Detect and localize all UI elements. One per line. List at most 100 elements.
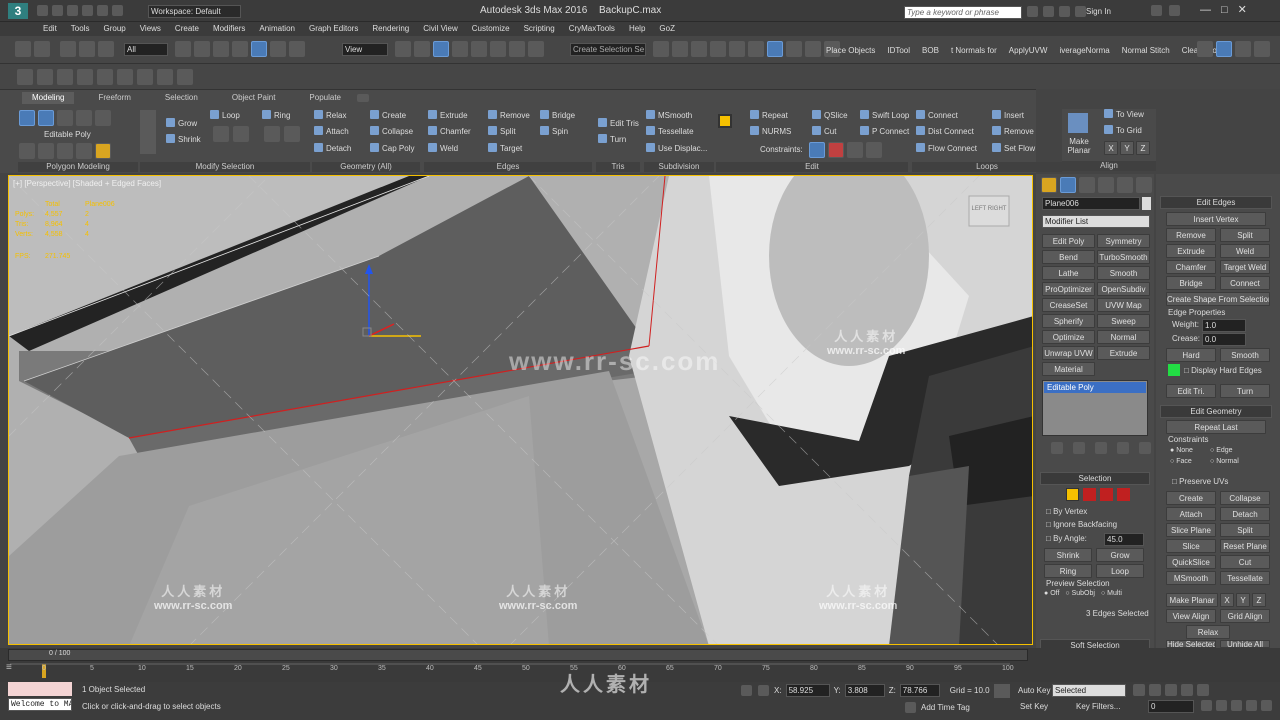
menu-goz[interactable]: GoZ bbox=[652, 22, 682, 36]
ring-selection-button[interactable]: Ring bbox=[1044, 564, 1092, 578]
modifier-opensubdiv-button[interactable]: OpenSubdiv bbox=[1097, 282, 1150, 296]
menu-customize[interactable]: Customize bbox=[465, 22, 517, 36]
constraint-normal-radio[interactable]: ○ Normal bbox=[1210, 456, 1239, 467]
tab-modeling[interactable]: Modeling bbox=[22, 92, 75, 104]
configure-sets-icon[interactable] bbox=[1139, 442, 1151, 454]
tessellate-geo-button[interactable]: Tessellate bbox=[1220, 571, 1270, 585]
menu-scripting[interactable]: Scripting bbox=[517, 22, 562, 36]
menu-create[interactable]: Create bbox=[168, 22, 206, 36]
undo-icon[interactable] bbox=[15, 41, 31, 57]
preserve-uvs-checkbox[interactable]: □ Preserve UVs bbox=[1172, 477, 1228, 486]
menu-civil-view[interactable]: Civil View bbox=[416, 22, 465, 36]
edge-mode-icon[interactable] bbox=[38, 110, 54, 126]
modifier-unwrap-uvw-button[interactable]: Unwrap UVW bbox=[1042, 346, 1095, 360]
undo-icon[interactable] bbox=[82, 5, 93, 16]
ring-button[interactable]: Ring bbox=[262, 108, 290, 124]
hierarchy-panel-icon[interactable] bbox=[1079, 177, 1095, 193]
light-icon[interactable] bbox=[77, 68, 93, 85]
hard-edge-color-swatch[interactable] bbox=[1168, 364, 1180, 376]
modifier-normal-button[interactable]: Normal bbox=[1097, 330, 1150, 344]
loop-grow-icon[interactable] bbox=[213, 126, 229, 142]
preview-subobj-radio[interactable]: ○ SubObj bbox=[1065, 590, 1095, 597]
custom-normal-stitch-button[interactable]: Normal Stitch bbox=[1122, 46, 1170, 55]
zoom-icon[interactable] bbox=[1201, 700, 1212, 711]
menu-help[interactable]: Help bbox=[622, 22, 652, 36]
selection-stack-icon[interactable] bbox=[140, 110, 156, 154]
grid-align-button[interactable]: Grid Align bbox=[1220, 609, 1270, 623]
create-panel-icon[interactable] bbox=[1041, 177, 1057, 193]
mini-curve-editor-icon[interactable]: ≡ bbox=[6, 662, 24, 680]
custom-place-objects-button[interactable]: Place Objects bbox=[826, 46, 875, 55]
modifier-prooptimizer-button[interactable]: ProOptimizer bbox=[1042, 282, 1095, 296]
detach-geo-button[interactable]: Detach bbox=[1220, 507, 1270, 521]
search-input[interactable]: Type a keyword or phrase bbox=[904, 6, 1022, 19]
maximize-icon[interactable]: □ bbox=[1221, 4, 1228, 16]
constraint-face-radio[interactable]: ○ Face bbox=[1170, 456, 1200, 467]
link-icon[interactable] bbox=[60, 41, 76, 57]
polygon-mode-icon[interactable] bbox=[76, 110, 92, 126]
dist-connect-button[interactable]: Dist Connect bbox=[916, 124, 974, 140]
render-setup-icon[interactable] bbox=[786, 41, 802, 57]
edit-tri-button[interactable]: Edit Tri. bbox=[1166, 384, 1216, 398]
target-button[interactable]: Target bbox=[488, 141, 522, 157]
stack-icon[interactable] bbox=[19, 143, 35, 159]
ring-grow-icon[interactable] bbox=[264, 126, 280, 142]
crease-spinner[interactable]: 0.0 bbox=[1202, 333, 1246, 346]
element-mode-icon[interactable] bbox=[95, 110, 111, 126]
constraint-none-radio[interactable]: ● None bbox=[1170, 445, 1200, 456]
keyboard-shortcut-override-icon[interactable] bbox=[433, 41, 449, 57]
swift-loop-button[interactable]: Swift Loop bbox=[860, 108, 909, 124]
nurms-button[interactable]: NURMS bbox=[750, 124, 791, 140]
msmooth-button[interactable]: MSmooth bbox=[646, 108, 692, 124]
align-z-button[interactable]: Z bbox=[1136, 141, 1150, 155]
spinner-snap-icon[interactable] bbox=[509, 41, 525, 57]
next-frame-icon[interactable] bbox=[1181, 684, 1193, 696]
y-coordinate[interactable]: 3.808 bbox=[844, 684, 885, 697]
key-filters-button[interactable]: Key Filters... bbox=[1076, 702, 1120, 711]
new-icon[interactable] bbox=[37, 5, 48, 16]
time-tag-icon[interactable] bbox=[905, 702, 916, 713]
ignore-backfacing-checkbox[interactable]: □ Ignore Backfacing bbox=[1046, 520, 1117, 529]
preview-multi-radio[interactable]: ○ Multi bbox=[1101, 590, 1122, 597]
turn-edge-button[interactable]: Turn bbox=[1220, 384, 1270, 398]
custom-tool-icon[interactable] bbox=[1235, 41, 1251, 57]
select-manipulate-icon[interactable] bbox=[414, 41, 430, 57]
x-coordinate[interactable]: 58.925 bbox=[785, 684, 830, 697]
bridge-button[interactable]: Bridge bbox=[540, 108, 575, 124]
unhide-all-button[interactable]: Unhide All bbox=[1220, 640, 1270, 648]
stack-icon[interactable] bbox=[57, 143, 73, 159]
msmooth-geo-button[interactable]: MSmooth bbox=[1166, 571, 1216, 585]
select-scale-icon[interactable] bbox=[289, 41, 305, 57]
constraint-face-icon[interactable] bbox=[847, 142, 863, 158]
grow-selection-button[interactable]: Grow bbox=[1096, 548, 1144, 562]
spin-button[interactable]: Spin bbox=[540, 124, 568, 140]
show-end-result-icon[interactable] bbox=[95, 143, 111, 159]
help-icon[interactable] bbox=[1169, 5, 1180, 16]
modifier-icon[interactable] bbox=[117, 68, 133, 85]
split-edge-button[interactable]: Split bbox=[1220, 228, 1270, 242]
hard-button[interactable]: Hard bbox=[1166, 348, 1216, 362]
zoom-all-icon[interactable] bbox=[1216, 700, 1227, 711]
display-icon[interactable] bbox=[177, 68, 193, 85]
display-hard-edges-checkbox[interactable]: □ Display Hard Edges bbox=[1184, 366, 1262, 375]
modifier-sweep-button[interactable]: Sweep bbox=[1097, 314, 1150, 328]
stack-item-editable-poly[interactable]: Editable Poly bbox=[1044, 382, 1146, 393]
angle-spinner[interactable]: 45.0 bbox=[1104, 533, 1144, 546]
motion-panel-icon[interactable] bbox=[1098, 177, 1114, 193]
connect-edge-button[interactable]: Connect bbox=[1220, 276, 1270, 290]
slice-plane-button[interactable]: Slice Plane bbox=[1166, 523, 1216, 537]
detach-button[interactable]: Detach bbox=[314, 141, 351, 157]
modifier-spherify-button[interactable]: Spherify bbox=[1042, 314, 1095, 328]
previous-frame-icon[interactable] bbox=[1149, 684, 1161, 696]
teapot-icon[interactable] bbox=[57, 68, 73, 85]
custom-idtool-button[interactable]: IDTool bbox=[887, 46, 910, 55]
set-flow-button[interactable]: Set Flow bbox=[992, 141, 1035, 157]
menu-crymaxtools[interactable]: CryMaxTools bbox=[562, 22, 622, 36]
edit-geometry-rollout-header[interactable]: Edit Geometry bbox=[1160, 405, 1272, 418]
object-color-swatch[interactable] bbox=[1142, 197, 1151, 210]
to-view-button[interactable]: To View bbox=[1104, 107, 1144, 123]
maxscript-mini-listener-pink[interactable] bbox=[8, 682, 72, 696]
modifier-uvw-map-button[interactable]: UVW Map bbox=[1097, 298, 1150, 312]
minimize-icon[interactable]: — bbox=[1200, 4, 1211, 16]
modifier-bend-button[interactable]: Bend bbox=[1042, 250, 1095, 264]
